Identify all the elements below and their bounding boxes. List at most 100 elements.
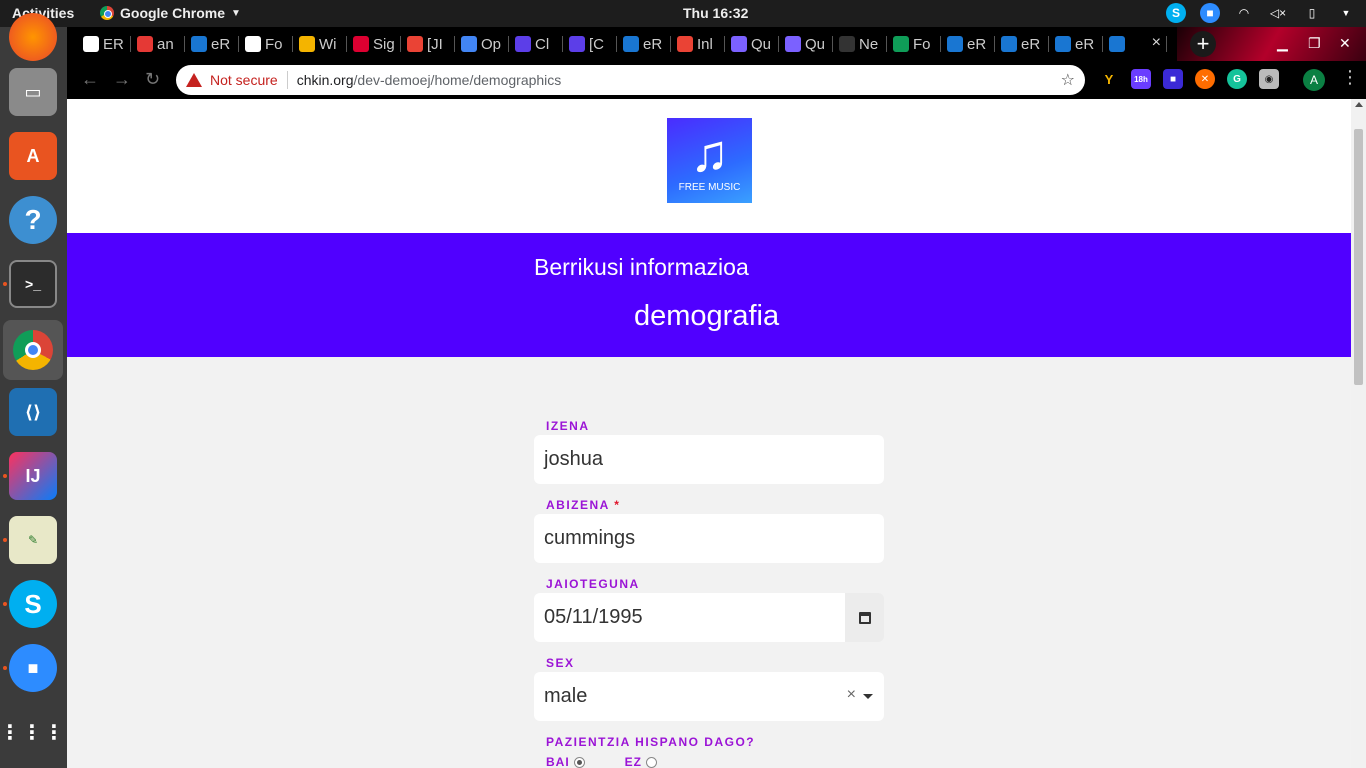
tab-title: an	[157, 35, 174, 53]
browser-tab[interactable]: Qu	[779, 27, 833, 61]
forward-icon[interactable]: →	[113, 69, 131, 90]
google-icon	[245, 36, 261, 52]
yandex-extension-icon[interactable]: Y	[1099, 69, 1119, 89]
angular-icon	[1055, 36, 1071, 52]
browser-tab[interactable]: Wi	[293, 27, 347, 61]
tab-title: Ne	[859, 35, 879, 53]
firefox-icon[interactable]	[9, 13, 57, 61]
reload-icon[interactable]: ↻	[145, 69, 160, 90]
app-menu[interactable]: Google Chrome ▼	[100, 5, 241, 21]
intellij-icon[interactable]: IJ	[9, 452, 57, 500]
radio-no[interactable]	[646, 756, 658, 768]
browser-tab[interactable]: Inl	[671, 27, 725, 61]
camera-extension-icon[interactable]: ◉	[1259, 69, 1279, 89]
grammarly-extension-icon[interactable]: G	[1227, 69, 1247, 89]
show-apps-icon[interactable]: ⋮⋮⋮	[0, 708, 64, 756]
vscode-icon[interactable]: ⟨⟩	[9, 388, 57, 436]
chrome-menu-icon[interactable]: ⋮	[1341, 67, 1359, 88]
close-window-icon[interactable]: ✕	[1339, 35, 1351, 52]
browser-tab[interactable]: Fo	[887, 27, 941, 61]
hispanic-yes-option[interactable]: BAI	[546, 755, 585, 768]
sex-selected-value: male	[544, 685, 588, 707]
angular-icon	[1001, 36, 1017, 52]
browser-tab[interactable]: eR	[995, 27, 1049, 61]
hispanic-no-option[interactable]: EZ	[625, 755, 658, 768]
security-indicator[interactable]: Not secure	[210, 72, 278, 88]
diamond-icon	[569, 36, 585, 52]
browser-tab[interactable]: Cl	[509, 27, 563, 61]
orange-extension-icon[interactable]: ✕	[1195, 69, 1215, 89]
browser-tab[interactable]: eR	[185, 27, 239, 61]
page-scrollbar[interactable]	[1351, 99, 1366, 768]
skype-dock-icon[interactable]: S	[9, 580, 57, 628]
calendar-button[interactable]	[845, 593, 884, 642]
maximize-icon[interactable]: ❐	[1308, 35, 1321, 52]
browser-tab[interactable]: eR	[617, 27, 671, 61]
scroll-up-icon[interactable]	[1355, 102, 1363, 107]
active-tab[interactable]: ×	[1103, 27, 1167, 61]
browser-tab[interactable]: [JI	[401, 27, 455, 61]
page-viewport: ♫ FREE MUSIC Berrikusi informazioa demog…	[67, 99, 1351, 768]
url-text[interactable]: chkin.org/dev-demoej/home/demographics	[297, 72, 562, 88]
browser-tab[interactable]: [C	[563, 27, 617, 61]
close-tab-icon[interactable]: ×	[1152, 34, 1161, 52]
new-tab-button[interactable]: +	[1190, 31, 1216, 57]
logo-header: ♫ FREE MUSIC	[67, 99, 1351, 233]
last-name-input[interactable]: cummings	[534, 514, 884, 563]
sex-group: SEX male ×	[534, 656, 884, 721]
chevron-down-icon[interactable]	[863, 694, 873, 699]
browser-tab[interactable]: eR	[1049, 27, 1103, 61]
text-editor-icon[interactable]: ✎	[9, 516, 57, 564]
zoom-tray-icon[interactable]: ■	[1200, 3, 1220, 23]
birthdate-input[interactable]: 05/11/1995	[534, 593, 845, 642]
first-name-input[interactable]: joshua	[534, 435, 884, 484]
tab-title: ER	[103, 35, 124, 53]
tab-title: Fo	[265, 35, 283, 53]
tab-title: Fo	[913, 35, 931, 53]
sex-label: SEX	[546, 656, 575, 670]
chrome-dock-icon[interactable]	[3, 320, 63, 380]
square-extension-icon[interactable]: ■	[1163, 69, 1183, 89]
scrollbar-thumb[interactable]	[1354, 129, 1363, 385]
diamond-icon	[515, 36, 531, 52]
skype-tray-icon[interactable]: S	[1166, 3, 1186, 23]
first-name-group: IZENA joshua	[534, 419, 884, 484]
clock[interactable]: Thu 16:32	[683, 5, 748, 21]
tab-title: Qu	[751, 35, 772, 53]
warning-icon	[186, 73, 202, 87]
tab-title: Sig	[373, 35, 395, 53]
bookmark-star-icon[interactable]: ☆	[1061, 70, 1075, 90]
software-center-icon[interactable]: A	[9, 132, 57, 180]
chevron-down-icon[interactable]: ▼	[1336, 3, 1356, 23]
browser-tab[interactable]: Ne	[833, 27, 887, 61]
browser-tab[interactable]: Fo	[239, 27, 293, 61]
help-icon[interactable]: ?	[9, 196, 57, 244]
volume-muted-icon[interactable]: ◁×	[1268, 3, 1288, 23]
minimize-icon[interactable]: ▁	[1277, 35, 1288, 52]
terminal-icon[interactable]: >_	[9, 260, 57, 308]
tab-title: eR	[211, 35, 231, 53]
sex-select[interactable]: male ×	[534, 672, 884, 721]
page-title: demografia	[634, 300, 780, 332]
logo-caption: FREE MUSIC	[678, 182, 741, 193]
profile-avatar[interactable]: A	[1303, 69, 1325, 91]
calendar-icon	[731, 36, 747, 52]
zoom-dock-icon[interactable]: ■	[9, 644, 57, 692]
browser-tab[interactable]: ER	[77, 27, 131, 61]
browser-tab[interactable]: Sig	[347, 27, 401, 61]
files-icon[interactable]: ▭	[9, 68, 57, 116]
tab-title: Op	[481, 35, 502, 53]
google-icon	[83, 36, 99, 52]
wifi-icon[interactable]: ◠	[1234, 3, 1254, 23]
back-icon[interactable]: ←	[81, 69, 99, 90]
radio-yes[interactable]	[573, 756, 585, 768]
timer-extension-icon[interactable]: 18h	[1131, 69, 1151, 89]
page-banner: Berrikusi informazioa demografia	[67, 233, 1351, 357]
browser-tab[interactable]: eR	[941, 27, 995, 61]
clear-icon[interactable]: ×	[847, 686, 856, 704]
browser-tab[interactable]: Op	[455, 27, 509, 61]
address-bar[interactable]: Not secure chkin.org/dev-demoej/home/dem…	[176, 65, 1085, 95]
battery-icon[interactable]: ▯	[1302, 3, 1322, 23]
browser-tab[interactable]: an	[131, 27, 185, 61]
browser-tab[interactable]: Qu	[725, 27, 779, 61]
